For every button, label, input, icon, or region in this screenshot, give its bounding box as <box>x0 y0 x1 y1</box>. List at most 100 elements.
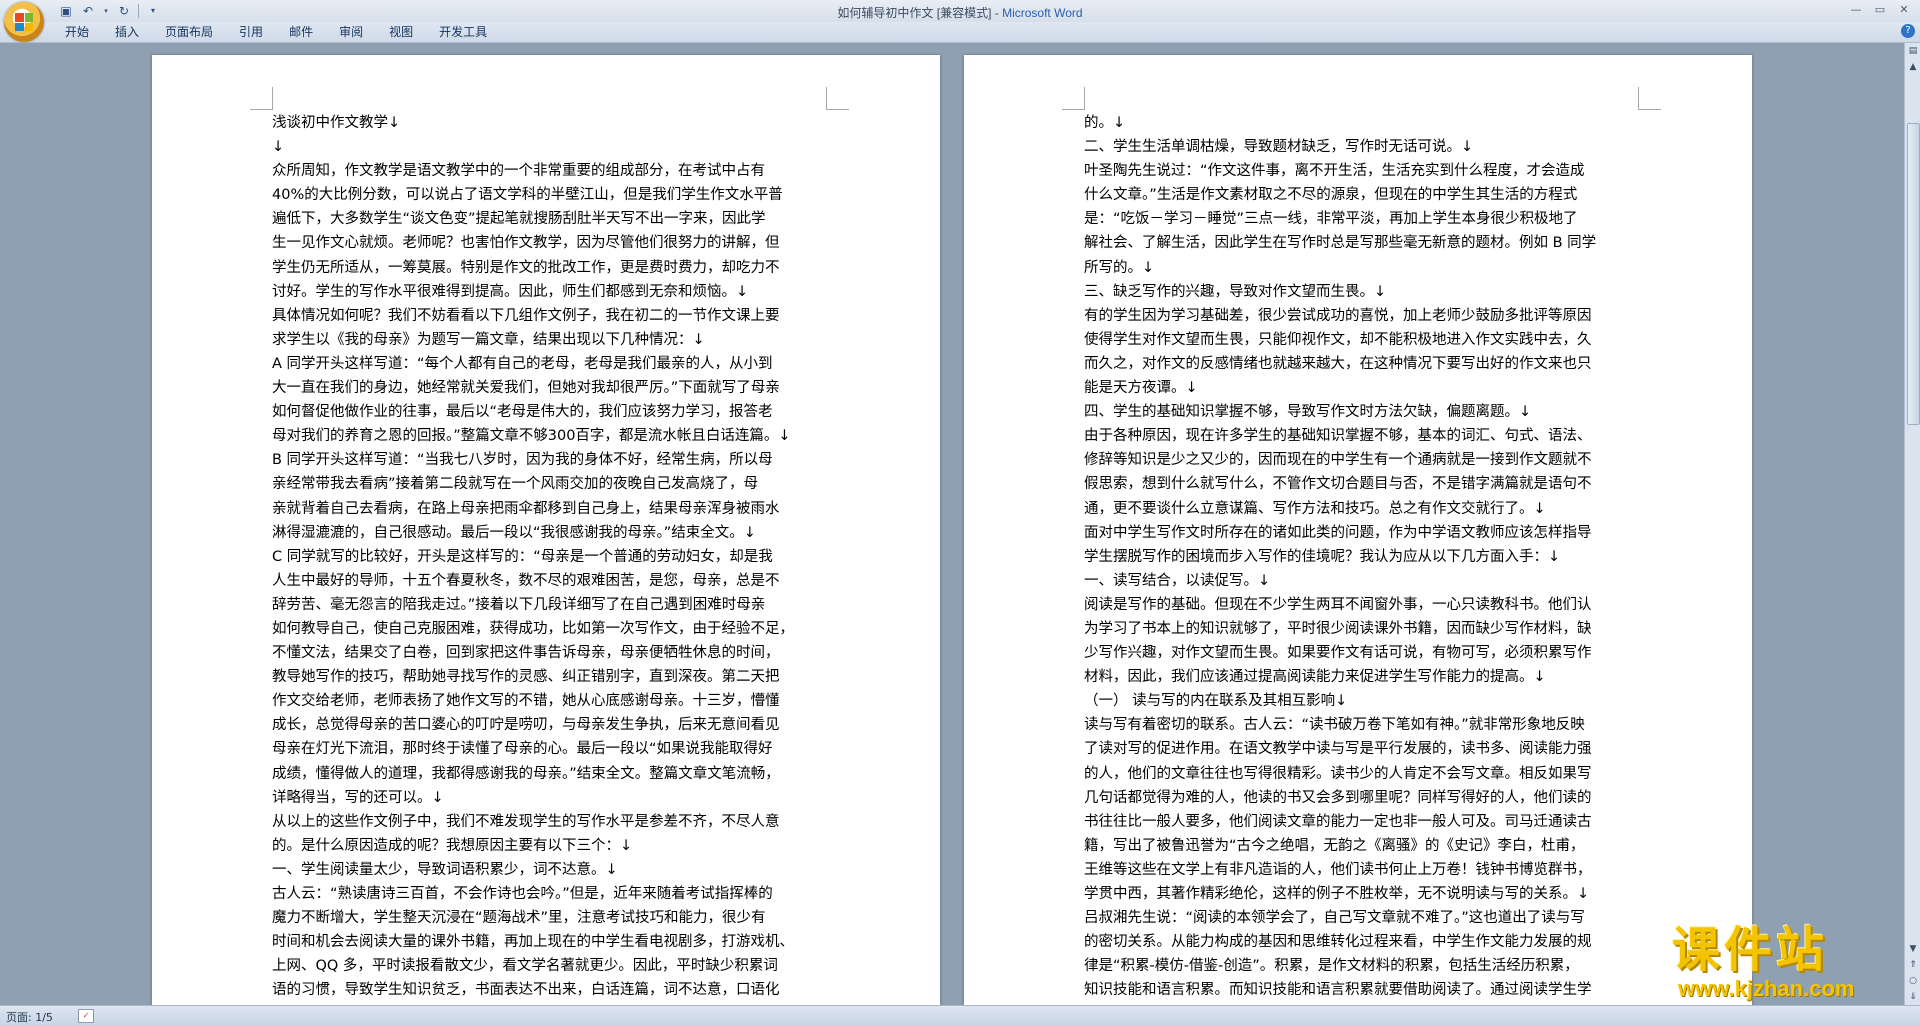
text-line: 几句话都觉得为难的人，他读的书又会多到哪里呢？同样写得好的人，他们读的 <box>1084 789 1592 806</box>
text-line: 大一直在我们的身边，她经常就关爱我们，但她对我却很严厉。”下面就写了母亲 <box>272 380 780 397</box>
text-line: 求学生以《我的母亲》为题写一篇文章，结果出现以下几种情况：↓ <box>272 331 705 348</box>
text-line: 面对中学生写作文时所存在的诸如此类的问题，作为中学语文教师应该怎样指导 <box>1084 524 1592 541</box>
tab-developer[interactable]: 开发工具 <box>426 24 500 41</box>
text-line: 人生中最好的导师，十五个春夏秋冬，数不尽的艰难困苦，是您，母亲，总是不 <box>272 572 780 589</box>
text-line: 的。↓ <box>1084 115 1126 131</box>
office-logo-icon <box>15 13 33 31</box>
text-line: 的密切关系。从能力构成的基因和思维转化过程来看，中学生作文能力发展的规 <box>1084 934 1592 951</box>
text-line: 作文交给老师，老师表扬了她作文写的不错，她从心底感谢母亲。十三岁，懵懂 <box>272 693 780 710</box>
crop-mark <box>1638 87 1661 110</box>
text-line: 学生摆脱写作的困境而步入写作的佳境呢？我认为应从以下几方面入手：↓ <box>1084 548 1561 565</box>
text-line: 学贯中西，其著作精彩绝伦，这样的例子不胜枚举，无不说明读与写的关系。↓ <box>1084 886 1590 902</box>
text-line: 具体情况如何呢？我们不妨看看以下几组作文例子，我在初二的一节作文课上要 <box>272 307 780 324</box>
text-line: 时间和机会去阅读大量的课外书籍，再加上现在的中学生看电视剧多，打游戏机、 <box>272 934 794 951</box>
text-line: 籍，写出了被鲁迅誉为“古今之绝唱，无韵之《离骚》的《史记》李白，杜甫， <box>1084 837 1585 854</box>
text-line: 成长，总觉得母亲的苦口婆心的叮咛是唠叨，与母亲发生争执，后来无意间看见 <box>272 717 780 734</box>
text-line: ↓ <box>272 139 285 156</box>
close-icon[interactable]: ✕ <box>1892 1 1916 19</box>
text-line: 辞劳苦、毫无怨言的陪我走过。”接着以下几段详细写了在自己遇到困难时母亲 <box>272 596 766 613</box>
text-line: 淋得湿漉漉的，自己很感动。最后一段以“我很感谢我的母亲。”结束全文。↓ <box>272 524 756 541</box>
office-button[interactable] <box>4 2 44 42</box>
ribbon-tabs-bar: 开始 插入 页面布局 引用 邮件 审阅 视图 开发工具 ? <box>0 22 1920 43</box>
tab-insert[interactable]: 插入 <box>102 24 152 41</box>
crop-mark <box>826 87 849 110</box>
status-bar: 页面: 1/5 ✓ <box>0 1005 1920 1026</box>
text-line: 亲就背着自己去看病，在路上母亲把雨伞都移到自己身上，结果母亲浑身被雨水 <box>272 500 780 517</box>
document-area: 浅谈初中作文教学↓ ↓ 众所周知，作文教学是语文教学中的一个非常重要的组成部分，在考… <box>0 43 1904 1005</box>
text-line: 叶圣陶先生说过：“作文这件事，离不开生活，生活充实到什么程度，才会造成 <box>1084 163 1585 180</box>
scroll-up-icon[interactable]: ▲ <box>1905 59 1920 75</box>
text-line: 书往往比一般人要多，他们阅读文章的能力一定也非一般人可及。司马迁通读古 <box>1084 813 1592 830</box>
text-line: 的人，他们的文章往往也写得很精彩。读书少的人肯定不会写文章。相反如果写 <box>1084 765 1592 782</box>
watermark-title: 课件站 <box>1672 922 1829 978</box>
text-line: 王维等这些在文学上有非凡造诣的人，他们读书何止上万卷！钱钟书博览群书， <box>1084 861 1592 878</box>
text-line: 遍低下，大多数学生“谈文色变”提起笔就搜肠刮肚半天写不出一字来，因此学 <box>272 211 766 228</box>
text-line: 语的习惯，导致学生知识贫乏，书面表达不出来，白话连篇，词不达意，口语化 <box>272 982 780 999</box>
text-line: 而久之，对作文的反感情绪也就越来越大，在这种情况下要写出好的作文来也只 <box>1084 355 1592 372</box>
text-line: 一、读写结合，以读促写。↓ <box>1084 572 1271 589</box>
text-line: 40%的大比例分数，可以说占了语文学科的半壁江山，但是我们学生作文水平普 <box>272 187 783 204</box>
window-title: 如何辅导初中作文 [兼容模式] - Microsoft Word <box>0 4 1920 21</box>
text-line: 解社会、了解生活，因此学生在写作时总是写那些毫无新意的题材。例如 B 同学 <box>1084 235 1597 252</box>
text-line: 魔力不断增大，学生整天沉浸在“题海战术”里，注意考试技巧和能力，很少有 <box>272 910 766 927</box>
title-bar: ▣ ↶ ▾ ↻ ▾ 如何辅导初中作文 [兼容模式] - Microsoft Wo… <box>0 0 1920 42</box>
text-line: 古人云：“熟读唐诗三百首，不会作诗也会吟。”但是，近年来随着考试指挥棒的 <box>272 886 773 902</box>
tab-review[interactable]: 审阅 <box>326 24 376 41</box>
text-line: 阅读是写作的基础。但现在不少学生两耳不闻窗外事，一心只读教科书。他们认 <box>1084 596 1592 613</box>
text-line: 亲经常带我去看病”接着第二段就写在一个风雨交加的夜晚自己发高烧了，母 <box>272 476 759 493</box>
text-line: 使得学生对作文望而生畏，只能仰视作文，却不能积极地进入作文实践中去，久 <box>1084 331 1592 348</box>
text-line: 由于各种原因，现在许多学生的基础知识掌握不够，基本的词汇、句式、语法、 <box>1084 428 1592 445</box>
crop-mark <box>1062 87 1085 110</box>
page-text-right[interactable]: 的。↓ 二、学生生活单调枯燥，导致题材缺乏，写作时无话可说。↓ 叶圣陶先生说过：“作… <box>1084 111 1634 1002</box>
document-page-left: 浅谈初中作文教学↓ ↓ 众所周知，作文教学是语文教学中的一个非常重要的组成部分，在考… <box>152 55 940 1005</box>
text-line: 的。是什么原因造成的呢？我想原因主要有以下三个：↓ <box>272 837 633 854</box>
tab-references[interactable]: 引用 <box>226 24 276 41</box>
text-line: 母对我们的养育之恩的回报。”整篇文章不够300百字，都是流水帐且白话连篇。↓ <box>272 428 791 445</box>
text-line: C 同学就写的比较好，开头是这样写的：“母亲是一个普通的劳动妇女，却是我 <box>272 548 773 565</box>
text-line: 浅谈初中作文教学↓ <box>272 115 401 131</box>
text-line: 所写的。↓ <box>1084 259 1155 276</box>
text-line: 是：“吃饭－学习－睡觉”三点一线，非常平淡，再加上学生本身很少积极地了 <box>1084 211 1578 228</box>
text-line: 母亲在灯光下流泪，那时终于读懂了母亲的心。最后一段以“如果说我能取得好 <box>272 741 773 758</box>
page-count[interactable]: 页面: 1/5 <box>6 1009 53 1025</box>
text-line: （一） 读与写的内在联系及其相互影响↓ <box>1084 693 1348 710</box>
text-line: 为学习了书本上的知识就够了，平时很少阅读课外书籍，因而缺少写作材料，缺 <box>1084 620 1592 637</box>
minimize-icon[interactable]: — <box>1844 1 1868 19</box>
text-line: B 同学开头这样写道：“当我七八岁时，因为我的身体不好，经常生病，所以母 <box>272 452 773 469</box>
ruler-toggle-icon[interactable]: ▤ <box>1905 43 1920 59</box>
help-icon[interactable]: ? <box>1901 24 1915 38</box>
text-line: 读与写有着密切的联系。古人云：“读书破万卷下笔如有神。”就非常形象地反映 <box>1084 717 1585 734</box>
vertical-scrollbar[interactable]: ▤ ▲ ▼ ⇑ ○ ⇓ <box>1904 43 1920 1005</box>
text-line: 从以上的这些作文例子中，我们不难发现学生的写作水平是参差不齐，不尽人意 <box>272 813 780 830</box>
text-line: 教导她写作的技巧，帮助她寻找写作的灵感、纠正错别字，直到深夜。第二天把 <box>272 669 780 686</box>
watermark-url: www.kjzhan.com <box>1678 976 1855 1001</box>
watermark-logo: 课件站 www.kjzhan.com <box>1672 922 1908 1002</box>
text-line: 成绩，懂得做人的道理，我都得感谢我的母亲。”结束全文。整篇文章文笔流畅， <box>272 765 780 782</box>
window-controls: — ▭ ✕ <box>1844 1 1916 19</box>
text-line: 如何督促他做作业的往事，最后以“老母是伟大的，我们应该努力学习，报答老 <box>272 404 773 421</box>
scroll-thumb[interactable] <box>1907 123 1920 425</box>
text-line: 材料，因此，我们应该通过提高阅读能力来促进学生写作能力的提高。↓ <box>1084 669 1546 686</box>
page-text-left[interactable]: 浅谈初中作文教学↓ ↓ 众所周知，作文教学是语文教学中的一个非常重要的组成部分，在考… <box>272 111 822 1002</box>
text-line: 众所周知，作文教学是语文教学中的一个非常重要的组成部分，在考试中占有 <box>272 163 765 180</box>
text-line: 假思索，想到什么就写什么，不管作文切合题目与否，不是错字满篇就是语句不 <box>1084 476 1592 493</box>
text-line: 四、学生的基础知识掌握不够，导致写作文时方法欠缺，偏题离题。↓ <box>1084 404 1532 421</box>
document-title: 如何辅导初中作文 [兼容模式] - <box>837 6 1003 20</box>
text-line: 有的学生因为学习基础差，很少尝试成功的喜悦，加上老师少鼓励多批评等原因 <box>1084 307 1592 324</box>
ribbon-tabs: 开始 插入 页面布局 引用 邮件 审阅 视图 开发工具 <box>52 24 500 41</box>
proofing-icon[interactable]: ✓ <box>78 1009 94 1023</box>
text-line: 三、缺乏写作的兴趣，导致对作文望而生畏。↓ <box>1084 283 1387 300</box>
tab-mailings[interactable]: 邮件 <box>276 24 326 41</box>
tab-view[interactable]: 视图 <box>376 24 426 41</box>
text-line: 一、学生阅读量太少，导致词语积累少，词不达意。↓ <box>272 861 618 878</box>
tab-page-layout[interactable]: 页面布局 <box>152 24 226 41</box>
text-line: 律是“积累-模仿-借鉴-创造”。积累，是作文材料的积累，包括生活经历积累， <box>1084 958 1579 975</box>
text-line: 少写作兴趣，对作文望而生畏。如果要作文有话可说，有物可写，必须积累写作 <box>1084 645 1592 662</box>
tab-home[interactable]: 开始 <box>52 24 102 41</box>
text-line: 二、学生生活单调枯燥，导致题材缺乏，写作时无话可说。↓ <box>1084 139 1474 156</box>
maximize-icon[interactable]: ▭ <box>1868 1 1892 19</box>
text-line: 学生仍无所适从，一筹莫展。特别是作文的批改工作，更是费时费力，却吃力不 <box>272 259 780 276</box>
text-line: 讨好。学生的写作水平很难得到提高。因此，师生们都感到无奈和烦恼。↓ <box>272 283 749 300</box>
text-line: 能是天方夜谭。↓ <box>1084 380 1198 397</box>
document-page-right: 的。↓ 二、学生生活单调枯燥，导致题材缺乏，写作时无话可说。↓ 叶圣陶先生说过：“作… <box>964 55 1752 1005</box>
